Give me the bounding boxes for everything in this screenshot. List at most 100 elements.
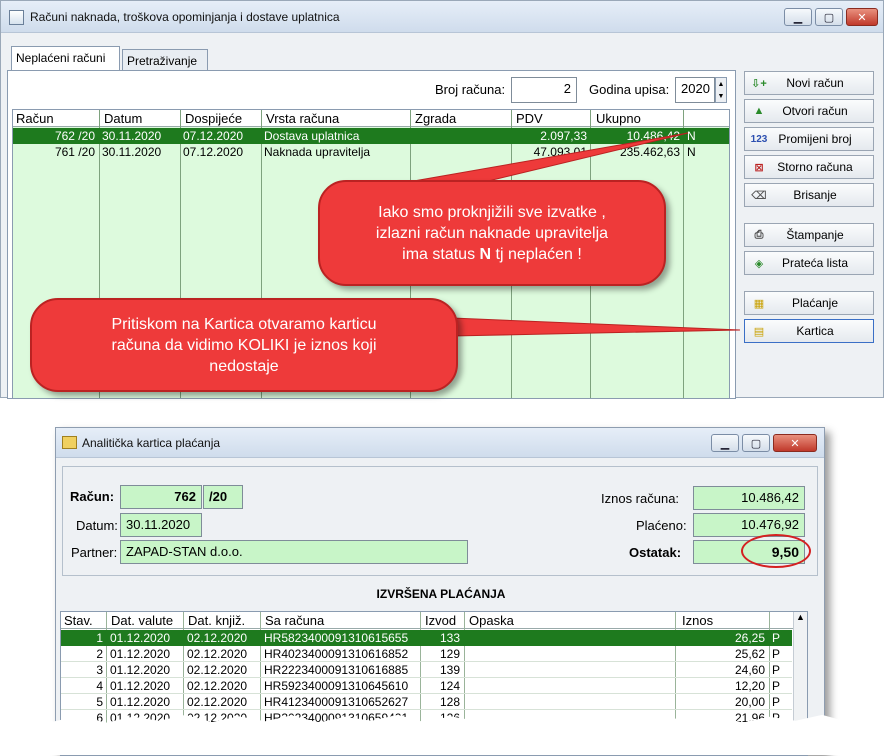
eraser-icon: ⌫ xyxy=(751,189,767,202)
otvori-racun-label: Otvori račun xyxy=(782,104,848,118)
col-iznos[interactable]: Iznos xyxy=(679,613,713,628)
cell-iznos: 24,60 xyxy=(734,663,765,677)
kartica-label: Kartica xyxy=(796,324,834,338)
placanje-button[interactable]: ▦ Plaćanje xyxy=(744,291,874,315)
broj-racuna-label: Broj računa: xyxy=(435,82,506,97)
cell-racun: HR5923400091310645610 xyxy=(264,679,409,693)
col-stav[interactable]: Stav. xyxy=(61,613,93,628)
cell-valuta: 01.12.2020 xyxy=(110,663,171,677)
storno-racuna-button[interactable]: ⊠ Storno računa xyxy=(744,155,874,179)
col-dat-valute[interactable]: Dat. valute xyxy=(108,613,173,628)
table-row[interactable]: 2 01.12.2020 02.12.2020 HR40234000913106168… xyxy=(61,646,792,662)
cell-valuta: 01.12.2020 xyxy=(110,647,171,661)
cell-pdv: 47.093,01 xyxy=(533,145,587,159)
cell-p: P xyxy=(772,679,781,693)
table-row[interactable]: 761 /20 30.11.2020 07.12.2020 Naknada up… xyxy=(13,144,729,160)
col-racun[interactable]: Račun xyxy=(13,111,54,126)
scroll-up-icon[interactable]: ▲ xyxy=(794,612,807,622)
racun-godina-field[interactable]: /20 xyxy=(203,485,243,509)
green-arrow-plus-icon: ⇩+ xyxy=(751,77,767,90)
maximize-button-2[interactable]: ▢ xyxy=(742,434,770,452)
racun-label: Račun: xyxy=(70,489,115,504)
col-vrsta-racuna[interactable]: Vrsta računa xyxy=(263,111,339,126)
payment-card-window: Analitička kartica plaćanja ▁ ▢ ✕ Račun:… xyxy=(55,427,825,756)
callout-1-line-1: Iako smo proknjižili sve izvatke , xyxy=(378,203,606,221)
partner-field[interactable]: ZAPAD-STAN d.o.o. xyxy=(120,540,468,564)
close-button[interactable]: ✕ xyxy=(846,8,878,26)
prateca-lista-button[interactable]: ◈ Prateća lista xyxy=(744,251,874,275)
triangle-up-icon: ▲ xyxy=(753,105,765,117)
stampanje-label: Štampanje xyxy=(786,228,844,242)
table-row[interactable]: 4 01.12.2020 02.12.2020 HR59234000913106456… xyxy=(61,678,792,694)
cell-pdv: 2.097,33 xyxy=(540,129,587,143)
card-icon: ▤ xyxy=(753,325,765,338)
datum-label: Datum: xyxy=(76,518,118,533)
header-panel: Račun: 762 /20 Datum: 30.11.2020 Partner… xyxy=(62,466,818,576)
callout-kartica: Pritiskom na Kartica otvaramo karticu ra… xyxy=(30,298,458,392)
stampanje-button[interactable]: ⎙ Štampanje xyxy=(744,223,874,247)
col-ukupno[interactable]: Ukupno xyxy=(593,111,641,126)
cell-izvod: 129 xyxy=(439,647,460,661)
tab-neplaceni-racuni[interactable]: Neplaćeni računi xyxy=(11,46,120,71)
cell-iznos: 20,00 xyxy=(734,695,765,709)
prateca-lista-label: Prateća lista xyxy=(781,256,849,270)
cell-stav: 1 xyxy=(96,631,103,645)
col-sa-racuna[interactable]: Sa računa xyxy=(262,613,324,628)
cell-p: P xyxy=(772,631,781,645)
promijeni-broj-label: Promijeni broj xyxy=(778,132,852,146)
table-row[interactable]: 1 01.12.2020 02.12.2020 HR58234000913106156… xyxy=(61,630,792,646)
placeno-label: Plaćeno: xyxy=(636,518,687,533)
callout-status-n: Iako smo proknjižili sve izvatke , izlaz… xyxy=(318,180,666,286)
racun-broj-field[interactable]: 762 xyxy=(120,485,202,509)
close-button-2[interactable]: ✕ xyxy=(773,434,817,452)
minimize-button[interactable]: ▁ xyxy=(784,8,812,26)
table-row[interactable]: 3 01.12.2020 02.12.2020 HR22234000913106168… xyxy=(61,662,792,678)
ostatak-label: Ostatak: xyxy=(629,545,682,560)
numbers-icon: 123 xyxy=(750,133,768,145)
godina-upisa-input[interactable]: 2020 xyxy=(675,77,715,103)
printer-icon: ⎙ xyxy=(754,228,764,241)
table-row[interactable]: 5 01.12.2020 02.12.2020 HR41234000913106526… xyxy=(61,694,792,710)
cell-iznos: 26,25 xyxy=(734,631,765,645)
cell-knjiz: 02.12.2020 xyxy=(187,647,248,661)
table-row[interactable]: 762 /20 30.11.2020 07.12.2020 Dostava up… xyxy=(13,128,729,144)
col-opaska[interactable]: Opaska xyxy=(466,613,514,628)
iznos-racuna-field[interactable]: 10.486,42 xyxy=(693,486,805,510)
placeno-field[interactable]: 10.476,92 xyxy=(693,513,805,537)
promijeni-broj-button[interactable]: 123 Promijeni broj xyxy=(744,127,874,151)
novi-racun-button[interactable]: ⇩+ Novi račun xyxy=(744,71,874,95)
cell-knjiz: 02.12.2020 xyxy=(187,679,248,693)
cell-ukupno: 10.486,42 xyxy=(626,129,680,143)
tab-pretrazivanje[interactable]: Pretraživanje xyxy=(122,49,208,71)
col-dat-knjiz[interactable]: Dat. knjiž. xyxy=(185,613,245,628)
brisanje-button[interactable]: ⌫ Brisanje xyxy=(744,183,874,207)
datum-field[interactable]: 30.11.2020 xyxy=(120,513,202,537)
novi-racun-label: Novi račun xyxy=(786,76,844,90)
kartica-button[interactable]: ▤ Kartica xyxy=(744,319,874,343)
col-zgrada[interactable]: Zgrada xyxy=(412,111,456,126)
cell-racun: HR4023400091310616852 xyxy=(264,647,409,661)
cell-knjiz: 02.12.2020 xyxy=(187,631,248,645)
spin-up-icon[interactable]: ▲ xyxy=(716,78,726,90)
cell-racun: HR4123400091310652627 xyxy=(264,695,409,709)
window-title-2: Analitička kartica plaćanja xyxy=(82,436,221,450)
broj-racuna-input[interactable]: 2 xyxy=(511,77,577,103)
col-izvod[interactable]: Izvod xyxy=(422,613,456,628)
cell-status: N xyxy=(687,129,696,143)
col-pdv[interactable]: PDV xyxy=(513,111,543,126)
spin-down-icon[interactable]: ▼ xyxy=(716,90,726,102)
cell-stav: 2 xyxy=(96,647,103,661)
cell-dospijece: 07.12.2020 xyxy=(183,145,244,159)
partner-label: Partner: xyxy=(71,545,118,560)
godina-spinner[interactable]: ▲ ▼ xyxy=(715,77,727,103)
minimize-button-2[interactable]: ▁ xyxy=(711,434,739,452)
col-dospijece[interactable]: Dospijeće xyxy=(182,111,242,126)
otvori-racun-button[interactable]: ▲ Otvori račun xyxy=(744,99,874,123)
cell-racun: HR5823400091310615655 xyxy=(264,631,409,645)
cell-izvod: 133 xyxy=(439,631,460,645)
title-bar: Računi naknada, troškova opominjanja i d… xyxy=(1,1,883,33)
maximize-button[interactable]: ▢ xyxy=(815,8,843,26)
storno-racuna-label: Storno računa xyxy=(777,160,853,174)
col-datum[interactable]: Datum xyxy=(101,111,142,126)
card-window-icon xyxy=(62,436,77,449)
